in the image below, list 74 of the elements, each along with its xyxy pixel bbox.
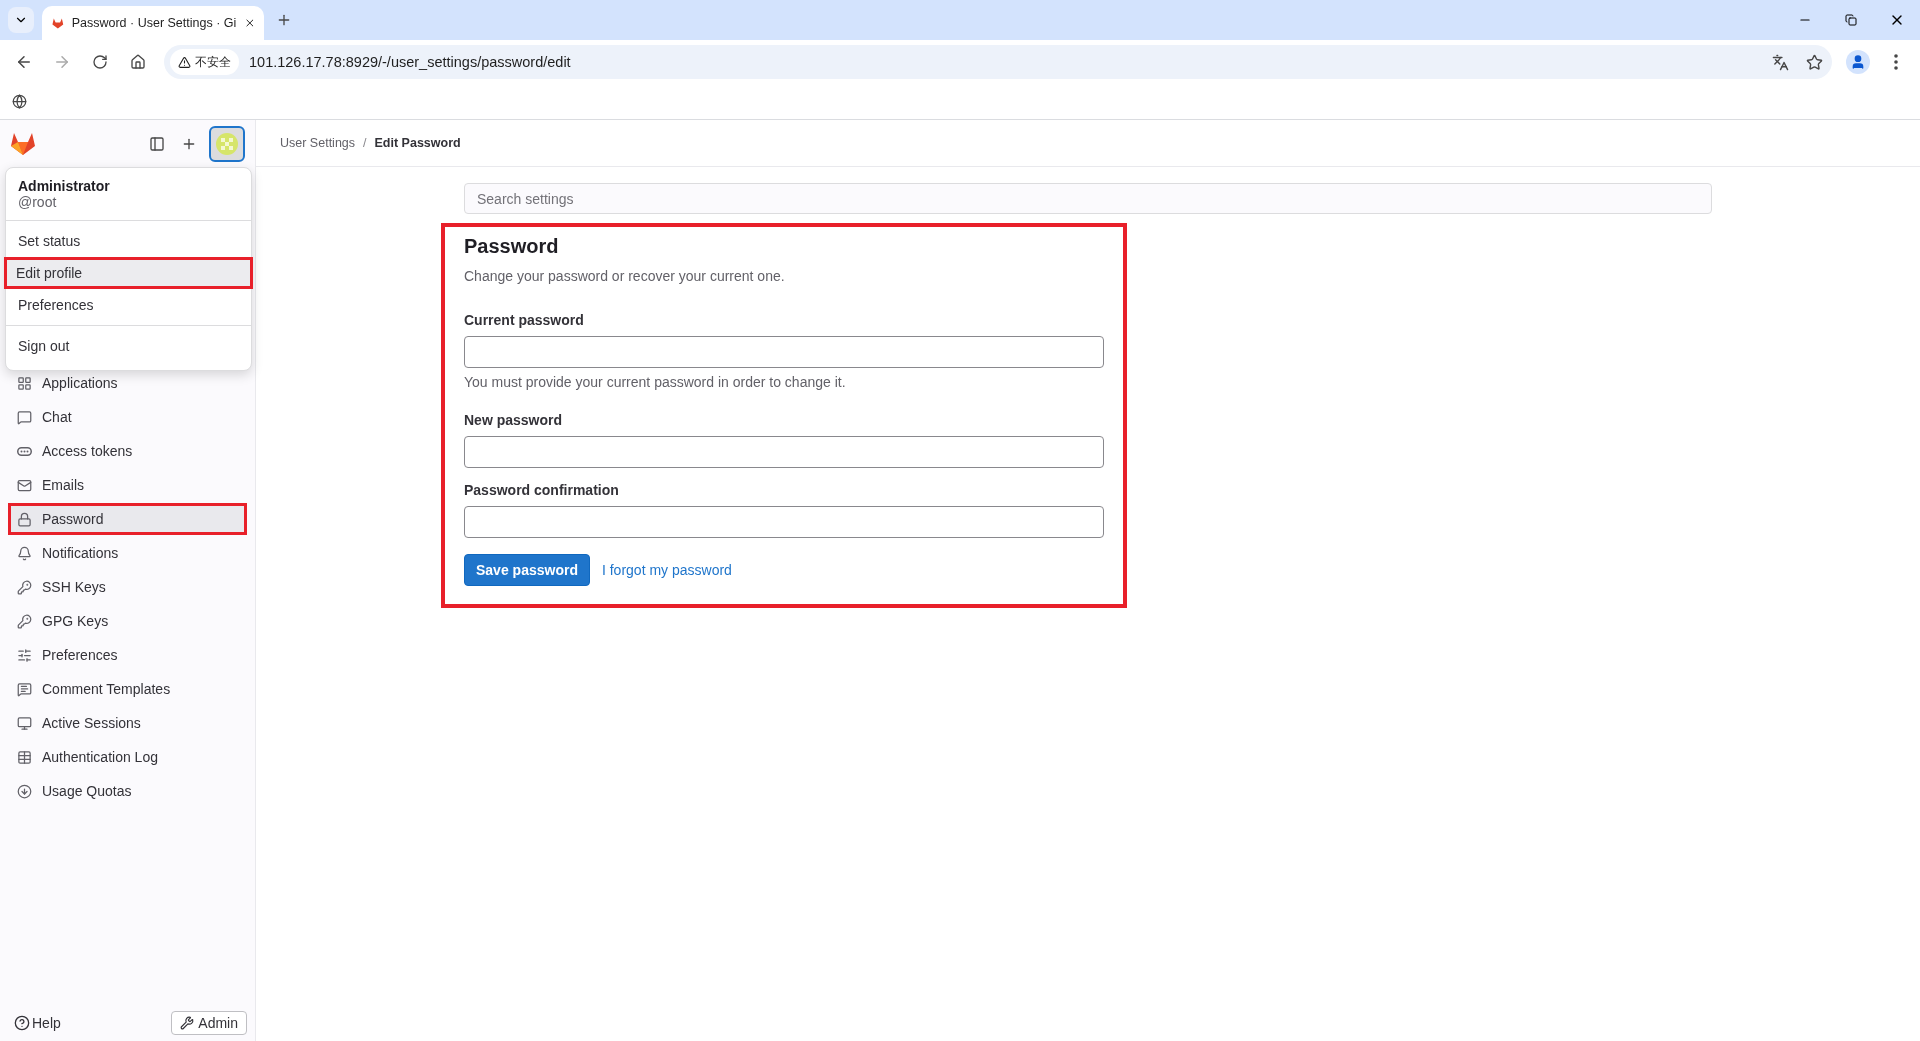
arrow-right-icon [53,53,71,71]
reload-icon [92,54,108,70]
download-circle-icon [17,783,32,799]
menu-item[interactable]: Sign out [6,330,251,362]
field-label: Current password [464,312,585,328]
admin-button[interactable]: Admin [171,1011,247,1035]
help-icon [14,1015,30,1031]
forgot-password-link[interactable]: I forgot my password [601,562,732,578]
restore-icon [1845,14,1857,26]
sidebar-item[interactable]: Applications [8,367,247,399]
menu-item[interactable]: Preferences [6,289,251,321]
search-field[interactable]: Search settings [464,183,1712,214]
field-label: Password confirmation [464,482,620,498]
key-icon [17,613,32,629]
sidebar-item[interactable]: Password [8,503,247,535]
sidebar-item[interactable]: Usage Quotas [8,775,247,807]
sidebar-item[interactable]: Comment Templates [8,673,247,705]
sidebar-item[interactable]: Authentication Log [8,741,247,773]
user-avatar-button[interactable] [209,125,245,162]
sidebar-item[interactable]: Emails [8,469,247,501]
grid-icon [17,375,32,391]
sidebar-item[interactable]: Chat [8,401,247,433]
sidebar-item[interactable]: Access tokens [8,435,247,467]
more-icon [1894,54,1898,70]
url-text: 101.126.17.78:8929/-/user_settings/password/edit [249,54,572,70]
menu-item[interactable]: Set status [6,225,251,257]
profile-button[interactable] [1846,50,1870,74]
breadcrumb-link[interactable]: User Settings [280,136,356,150]
chat-icon [17,409,32,425]
breadcrumb-separator: / [363,136,367,150]
sidebar-item[interactable]: GPG Keys [8,605,247,637]
sidebar-item[interactable]: Preferences [8,639,247,671]
user-name: Administrator [18,178,111,194]
translate-icon [1771,53,1789,71]
logo-icon[interactable] [10,131,36,156]
help-button[interactable]: Help [14,1015,61,1031]
browser-tab[interactable]: Password · User Settings · Gi [42,6,264,40]
breadcrumb-link[interactable]: Edit Password [374,136,461,150]
sidebar-item[interactable]: Notifications [8,537,247,569]
user-handle: @root [18,194,58,210]
section-title: Password [464,235,560,258]
person-icon [1850,54,1866,70]
sliders-icon [17,647,32,663]
security-chip[interactable]: 不安全 [170,49,239,75]
mail-icon [17,477,32,493]
menu-item[interactable]: Edit profile [4,257,253,289]
star-icon [1805,53,1823,71]
bell-icon [17,545,32,561]
wrench-icon [180,1016,195,1030]
plus-icon [276,12,292,28]
save-password-button[interactable]: Save password [464,554,590,586]
table-icon [17,749,32,765]
home-icon [130,54,146,70]
avatar-icon [215,131,239,156]
sidebar-item[interactable]: Active Sessions [8,707,247,739]
address-bar[interactable]: 不安全 101.126.17.78:8929/-/user_settings/password/edit [164,45,1832,79]
field-hint: You must provide your current password in order to change it. [464,374,847,390]
key-icon [17,579,32,595]
panel-icon [149,135,165,152]
sidebar-item[interactable]: SSH Keys [8,571,247,603]
field-label: New password [464,412,564,428]
globe-icon[interactable] [12,94,27,109]
tab-list-button[interactable] [8,7,34,33]
password-field[interactable] [464,436,1104,468]
comment-icon [17,681,32,697]
password-field[interactable] [464,506,1104,538]
close-icon[interactable] [244,16,256,30]
password-field[interactable] [464,336,1104,368]
lock-icon [17,511,32,527]
token-icon [17,446,32,456]
tab-favicon-icon [52,16,64,30]
section-description: Change your password or recover your current one. [464,268,786,284]
monitor-icon [17,715,32,731]
warning-icon [178,55,191,69]
